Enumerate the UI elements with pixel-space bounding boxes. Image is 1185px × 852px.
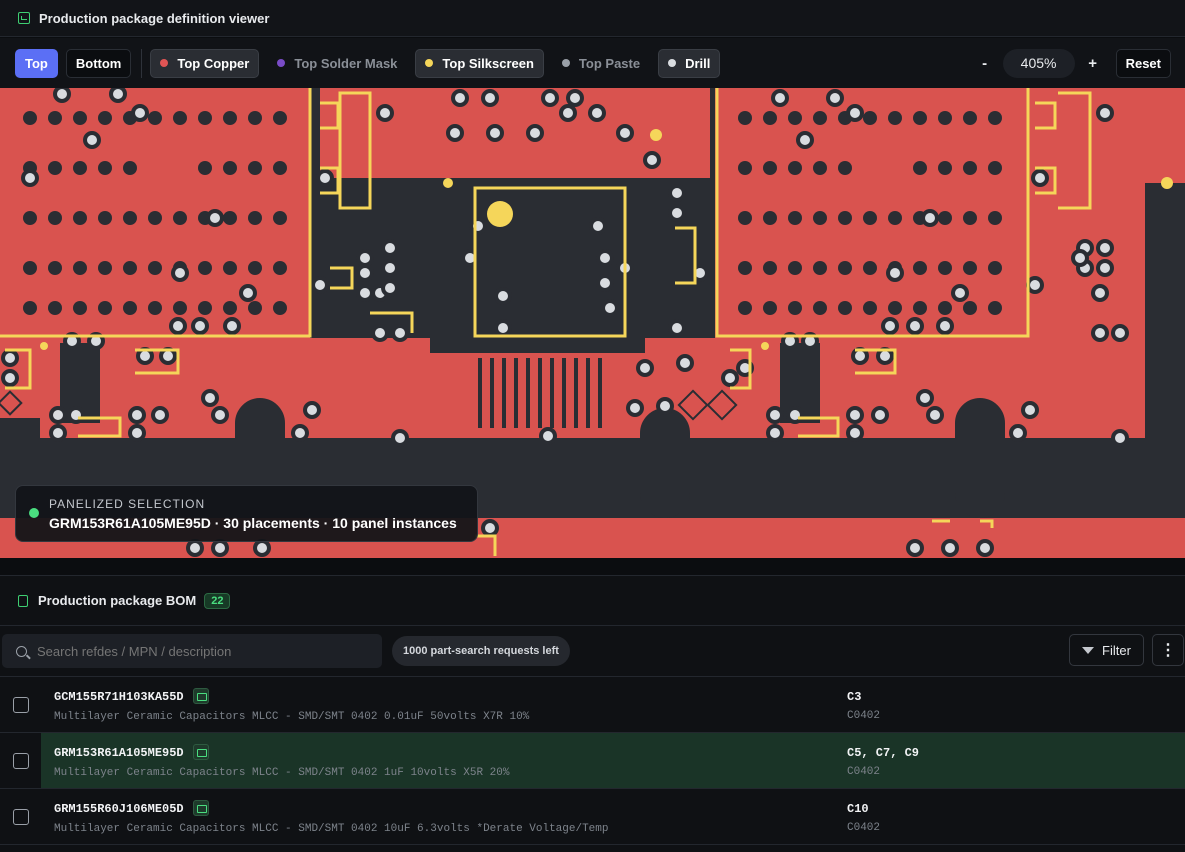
bom-header: Production package BOM 22 — [0, 576, 1185, 626]
layer-label: Top Paste — [578, 55, 641, 71]
layer-toggle-top-solder-mask[interactable]: Top Solder Mask — [267, 49, 407, 78]
search-input[interactable] — [37, 643, 357, 659]
row-checkbox[interactable] — [13, 809, 29, 825]
part-mpn: GRM155R60J106ME05D — [54, 802, 184, 816]
bom-row-selected[interactable]: GRM153R61A105ME95D Multilayer Ceramic Ca… — [0, 733, 1185, 789]
viewer-header: Production package definition viewer — [0, 0, 1185, 37]
part-refdes: C3 — [847, 690, 862, 704]
filter-icon — [1082, 646, 1095, 654]
part-description: Multilayer Ceramic Capacitors MLCC - SMD… — [54, 767, 510, 779]
toolbar-divider — [141, 48, 143, 78]
part-mpn: GCM155R71H103KA55D — [54, 690, 184, 704]
layer-color-dot — [160, 59, 169, 67]
zoom-controls: - 405% + Reset — [970, 38, 1185, 88]
layer-label: Drill — [685, 55, 711, 71]
more-options-button[interactable]: ⋮ — [1152, 634, 1184, 666]
chip-icon — [193, 744, 209, 760]
layer-toggle-drill[interactable]: Drill — [658, 48, 721, 78]
bom-panel: Production package BOM 22 1000 part-sear… — [0, 575, 1185, 852]
layer-toggle-top-silkscreen[interactable]: Top Silkscreen — [415, 48, 544, 78]
layer-color-dot — [425, 59, 434, 67]
bom-row[interactable]: GRM155R60J106ME05D Multilayer Ceramic Ca… — [0, 789, 1185, 845]
part-refdes: C10 — [847, 802, 869, 816]
filter-button[interactable]: Filter — [1069, 634, 1144, 666]
row-checkbox[interactable] — [13, 697, 29, 713]
selection-summary: GRM153R61A105ME95D · 30 placements · 10 … — [49, 515, 457, 531]
zoom-level: 405% — [1002, 48, 1075, 78]
row-highlight — [41, 733, 1185, 788]
bom-count-badge: 22 — [204, 592, 231, 609]
bom-search-row: 1000 part-search requests left Filter ⋮ — [0, 626, 1185, 677]
zoom-out-button[interactable]: - — [970, 55, 1000, 72]
part-refdes: C5, C7, C9 — [847, 746, 920, 760]
chip-icon — [193, 688, 209, 704]
filter-label: Filter — [1102, 642, 1131, 658]
zoom-in-button[interactable]: + — [1078, 55, 1108, 72]
layer-toggle-top-paste[interactable]: Top Paste — [552, 49, 650, 78]
layer-color-dot — [668, 59, 677, 67]
pcb-canvas[interactable]: PANELIZED SELECTION GRM153R61A105ME95D ·… — [0, 88, 1185, 558]
layer-label: Top Copper — [177, 55, 250, 71]
bom-title: Production package BOM — [38, 593, 197, 608]
layer-toggle-top-copper[interactable]: Top Copper — [150, 48, 260, 78]
part-footprint: C0402 — [847, 710, 881, 722]
layer-toolbar: Top Bottom Top Copper Top Solder Mask To… — [0, 38, 1185, 88]
part-description: Multilayer Ceramic Capacitors MLCC - SMD… — [54, 823, 609, 835]
viewer-title: Production package definition viewer — [39, 10, 270, 26]
panelized-selection-panel: PANELIZED SELECTION GRM153R61A105ME95D ·… — [15, 485, 478, 542]
chart-icon — [18, 12, 30, 24]
request-quota-badge: 1000 part-search requests left — [392, 636, 570, 666]
reset-view-button[interactable]: Reset — [1115, 48, 1171, 78]
layer-color-dot — [277, 59, 286, 67]
row-checkbox[interactable] — [13, 753, 29, 769]
layer-color-dot — [561, 59, 570, 67]
layer-label: Top Silkscreen — [442, 55, 534, 71]
part-mpn: GRM153R61A105ME95D — [54, 746, 184, 760]
status-dot — [29, 508, 39, 518]
part-footprint: C0402 — [847, 822, 881, 834]
bom-row[interactable]: GCM155R71H103KA55D Multilayer Ceramic Ca… — [0, 677, 1185, 733]
part-footprint: C0402 — [847, 766, 881, 778]
part-description: Multilayer Ceramic Capacitors MLCC - SMD… — [54, 711, 530, 723]
layer-label: Top Solder Mask — [294, 55, 398, 71]
document-icon — [18, 594, 28, 607]
bottom-side-button[interactable]: Bottom — [65, 48, 132, 78]
search-box — [2, 634, 382, 668]
selection-heading: PANELIZED SELECTION — [49, 497, 206, 511]
search-icon — [16, 645, 27, 657]
chip-icon — [193, 800, 209, 816]
top-side-button[interactable]: Top — [15, 48, 58, 78]
